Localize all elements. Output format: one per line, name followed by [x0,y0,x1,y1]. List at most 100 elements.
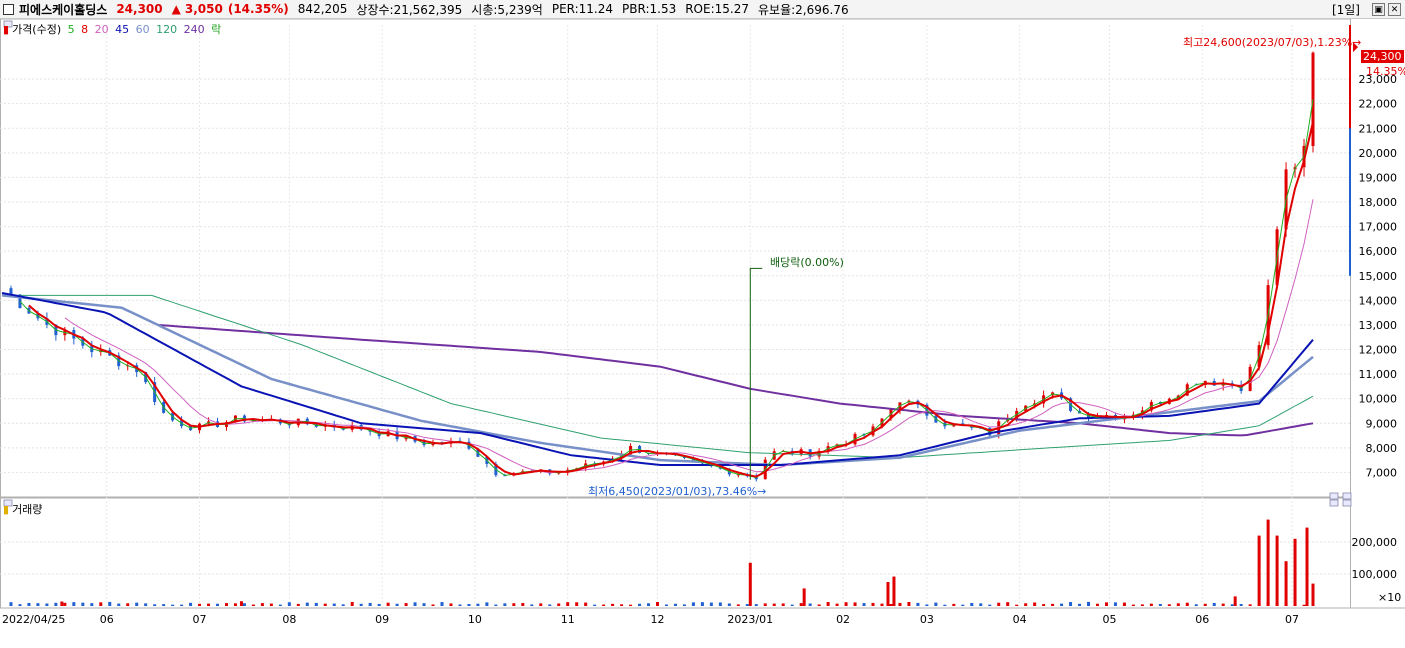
volume-spike-bar [748,562,752,606]
x-tick-label: 2023/01 [727,613,773,626]
volume-bar [1212,602,1216,606]
volume-bar [90,603,94,606]
high-annotation: 최고24,600(2023/07/03),1.23%→ [1183,36,1362,49]
legend-ma5: 5 [67,23,75,36]
volume-bar [754,604,758,606]
volume-bar [467,604,471,606]
volume-bar [278,604,282,606]
legend-ma60: 60 [135,23,150,36]
volume-bar [216,603,220,606]
volume-spike-bar [239,601,243,606]
volume-spike-bar [1305,527,1309,606]
volume-bar [763,603,767,606]
change-arrow-icon: ▲ [171,2,181,16]
volume-bar [1176,603,1180,606]
volume-bar [144,603,148,606]
volume-bar [512,603,516,606]
volume-bar [305,602,309,606]
volume-bar [790,604,794,606]
volume-bar [117,603,121,606]
stock-name[interactable]: 피에스케이홀딩스 [19,1,107,18]
volume-bar [18,604,22,606]
volume-bar [135,602,139,606]
volume-spike-bar [1311,583,1315,606]
volume-bar [404,603,408,606]
select-checkbox[interactable] [3,3,14,15]
volume-bar [341,604,345,606]
period-selector[interactable]: [1일] [1332,1,1360,18]
volume-bar [970,602,974,606]
legend-ex-dividend: 락 [211,23,222,36]
volume-legend[interactable]: ▮ 거래량 [3,501,45,517]
volume-bar [1302,604,1306,606]
volume-bar [925,604,929,606]
price-tick-label: 11,000 [1359,368,1398,381]
price-legend[interactable]: ▮ 가격(수정) 5 8 20 45 60 120 240 락 [3,21,224,37]
volume-bar [835,603,839,606]
restore-icon[interactable]: ▣ [1372,3,1385,16]
legend-ma8: 8 [81,23,89,36]
volume-bar [629,604,633,606]
volume-bar [1042,604,1046,606]
volume-bar [377,603,381,606]
volume-bar [153,604,157,606]
price-tick-label: 18,000 [1359,196,1398,209]
volume-bar [1167,604,1171,606]
volume-bar [718,602,722,606]
volume-bar [979,603,983,606]
legend-volume-icon: ▮ [3,503,10,516]
x-tick-label: 07 [1285,613,1299,626]
volume-bar [1131,604,1135,606]
volume-bar [233,603,237,606]
volume-bar [745,604,749,606]
price-tick-label: 21,000 [1359,122,1398,135]
volume-bar [108,601,112,606]
volume-bar [880,603,884,606]
volume-bar [647,603,651,606]
volume-tick-label: 200,000 [1352,536,1398,549]
volume-bar [844,602,848,606]
volume-bar [575,602,579,606]
close-icon[interactable]: ✕ [1388,3,1401,16]
volume-scale-label: ×10 [1378,591,1402,604]
volume-bar [332,603,336,606]
volume-spike-bar [1284,561,1288,606]
price-tick-label: 20,000 [1359,147,1398,160]
volume-bar [1033,602,1037,606]
x-tick-label: 07 [193,613,207,626]
x-tick-label: 11 [561,613,575,626]
ma60-line [1,294,1314,467]
volume-bar [1149,603,1153,606]
stock-info-bar: 피에스케이홀딩스 24,300 ▲ 3,050 (14.35%) 842,205… [0,0,1405,19]
volume-bar [1158,603,1162,606]
volume-bar [72,602,76,606]
volume-bar [45,603,49,606]
volume-bar [691,602,695,606]
low-annotation: 최저6,450(2023/01/03),73.46%→ [588,485,767,498]
ma5-line [19,99,1314,479]
volume-bar [1087,601,1091,606]
volume-bar [548,604,552,606]
price-change: 3,050 [184,2,223,16]
volume-bar [611,603,615,606]
market-cap: 시총:5,239억 [471,2,543,17]
volume-bar [826,602,830,606]
volume-bar [198,603,202,606]
x-tick-label: 06 [1195,613,1209,626]
volume-spike-bar [892,576,896,606]
volume-bar [180,604,184,606]
x-tick-label: 08 [282,613,296,626]
volume-bar [99,602,103,606]
volume-spike-bar [60,601,64,606]
volume-bar [350,601,354,606]
volume-bar [54,602,58,606]
volume-tick-label: 100,000 [1352,568,1398,581]
price-tick-label: 13,000 [1359,319,1398,332]
pbr-value: PBR:1.53 [622,2,677,16]
volume-bar [1024,603,1028,606]
dividend-annotation: 배당락(0.00%) [770,256,844,269]
price-tick-label: 8,000 [1366,442,1398,455]
stock-chart[interactable]: 7,000 8,000 9,000 10,000 11,000 12,000 13,000 1… [0,19,1405,648]
legend-price-label: 가격(수정) [12,23,62,36]
volume-bar [1239,604,1243,606]
